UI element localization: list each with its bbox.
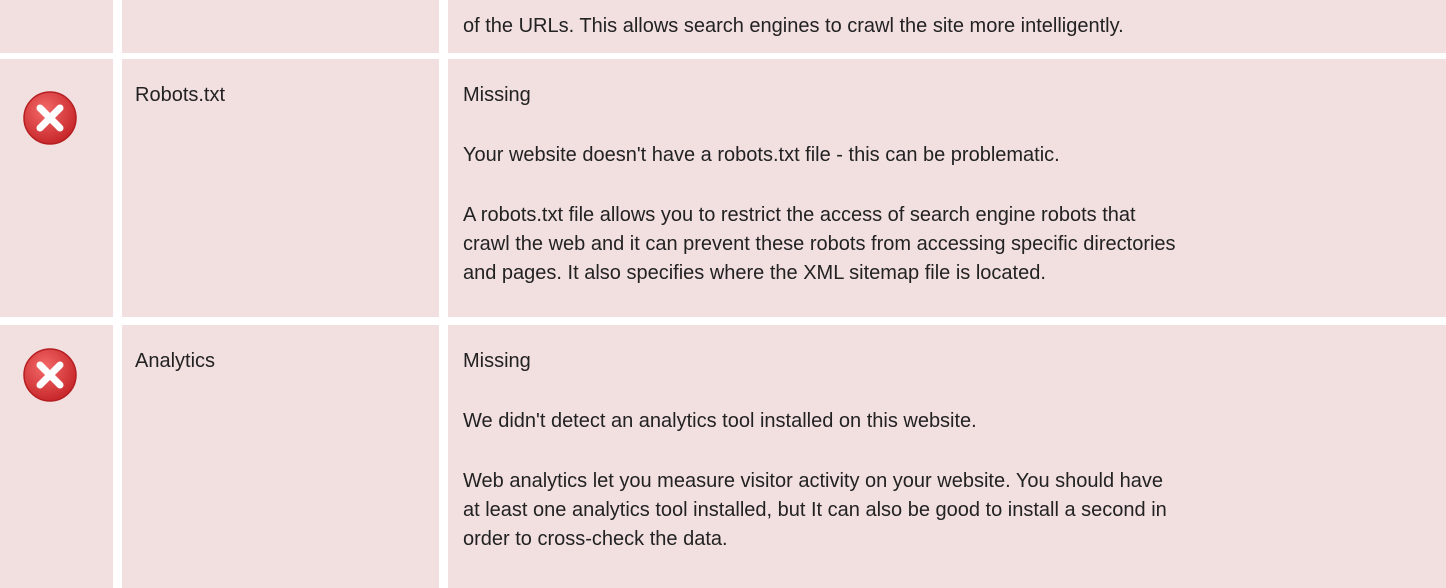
description-summary: We didn't detect an analytics tool insta… bbox=[463, 410, 977, 432]
description-line: and pages. It also specifies where the X… bbox=[463, 262, 1046, 284]
description-summary: Your website doesn't have a robots.txt f… bbox=[463, 144, 1060, 166]
error-x-icon bbox=[22, 90, 78, 146]
check-name: Robots.txt bbox=[135, 84, 226, 106]
description-line: A robots.txt file allows you to restrict… bbox=[463, 204, 1136, 226]
check-name-cell: Analytics bbox=[122, 325, 439, 588]
status-label: Missing bbox=[463, 350, 531, 372]
error-x-icon bbox=[22, 347, 78, 403]
check-name: Analytics bbox=[135, 350, 216, 372]
status-cell bbox=[0, 0, 113, 53]
status-label: Missing bbox=[463, 84, 531, 106]
report-row-analytics: Analytics Missing We didn't detect an an… bbox=[0, 325, 1446, 588]
description-line: order to cross-check the data. bbox=[463, 528, 728, 550]
check-name-cell: Robots.txt bbox=[122, 59, 439, 317]
report-row-sitemap-continued: of the URLs. This allows search engines … bbox=[0, 0, 1446, 53]
description-cell: Missing We didn't detect an analytics to… bbox=[448, 325, 1446, 588]
description-line: Web analytics let you measure visitor ac… bbox=[463, 470, 1163, 492]
check-name-cell bbox=[122, 0, 439, 53]
seo-report-table: of the URLs. This allows search engines … bbox=[0, 0, 1446, 588]
description-cell: of the URLs. This allows search engines … bbox=[448, 0, 1446, 53]
description-line: at least one analytics tool installed, b… bbox=[463, 499, 1167, 521]
check-details: Missing We didn't detect an analytics to… bbox=[463, 347, 1433, 554]
description-text: of the URLs. This allows search engines … bbox=[463, 15, 1124, 37]
status-cell bbox=[0, 59, 113, 317]
check-details: Missing Your website doesn't have a robo… bbox=[463, 81, 1433, 288]
description-cell: Missing Your website doesn't have a robo… bbox=[448, 59, 1446, 317]
description-line: crawl the web and it can prevent these r… bbox=[463, 233, 1176, 255]
report-row-robots-txt: Robots.txt Missing Your website doesn't … bbox=[0, 59, 1446, 317]
status-cell bbox=[0, 325, 113, 588]
